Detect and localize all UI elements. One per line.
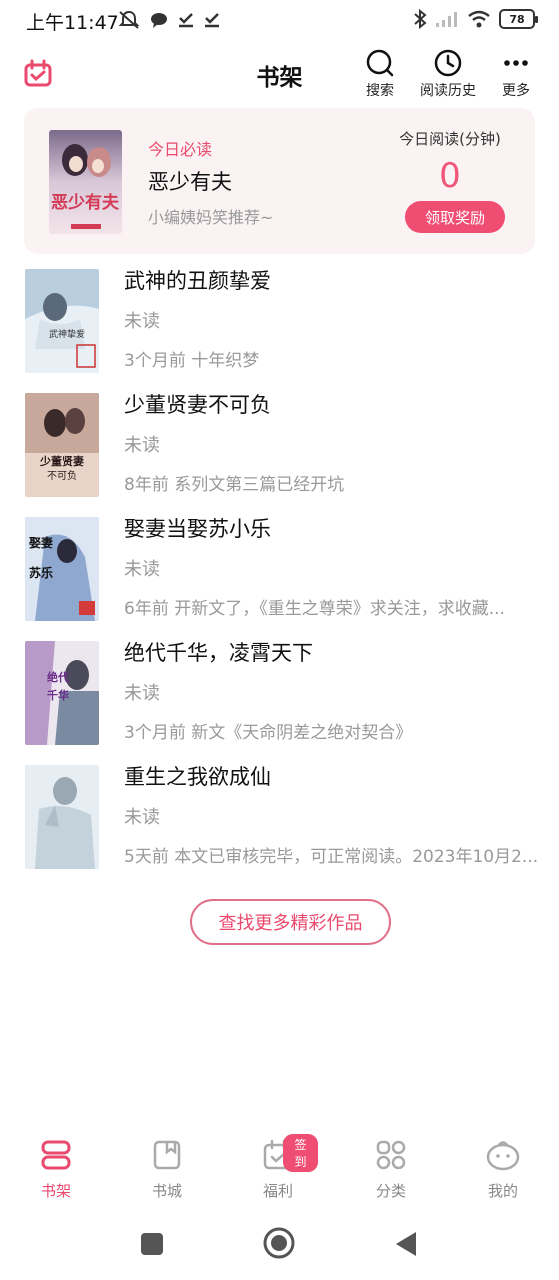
history-icon [434,49,462,77]
home-icon[interactable] [262,1226,296,1260]
category-grid-icon [376,1140,406,1170]
svg-text:娶妻: 娶妻 [29,535,53,550]
nav-welfare[interactable]: 签到 福利 [238,1134,318,1201]
svg-text:少董贤妻: 少董贤妻 [39,454,84,468]
book-cover-image: 娶妻 苏乐 [25,517,99,621]
search-icon [366,49,394,77]
book-item[interactable]: 娶妻 苏乐 娶妻当娶苏小乐 未读 6年前 开新文了，《重生之尊荣》求关注，求收藏… [0,511,559,635]
checkin-calendar-button[interactable] [22,58,54,90]
history-button[interactable]: 阅读历史 [413,48,483,100]
nav-bookshelf[interactable]: 书架 [16,1138,96,1201]
book-cover: 娶妻 苏乐 [25,517,99,621]
today-tag: 今日必读 [148,140,213,159]
book-cover-image: 恶少有夫 [49,130,122,234]
book-cover-image: 少董贤妻 不可负 [25,393,99,497]
more-button[interactable]: 更多 [481,48,551,100]
back-icon[interactable] [394,1230,418,1258]
checkin-badge[interactable]: 签到 [283,1134,318,1172]
nav-profile[interactable]: 我的 [463,1138,543,1201]
book-title: 少董贤妻不可负 [124,393,271,417]
nav-label: 分类 [375,1182,406,1200]
check-icon [179,13,193,28]
nav-label: 书城 [151,1182,182,1200]
book-status: 未读 [124,807,160,828]
bookshelf-icon [41,1140,71,1170]
nav-bookstore[interactable]: 书城 [127,1138,207,1201]
search-label: 搜索 [366,83,394,99]
today-recommendation: 小编姨妈笑推荐~ [148,208,274,227]
nav-label: 福利 [262,1182,293,1200]
book-cover: 少董贤妻 不可负 [25,393,99,497]
top-bar: 书架 搜索 阅读历史 更多 [0,44,559,104]
book-item[interactable]: 少董贤妻 不可负 少董贤妻不可负 未读 8年前 系列文第三篇已经开坑 [0,387,559,511]
today-reading-minutes: 0 [439,156,461,196]
nav-category[interactable]: 分类 [351,1138,431,1201]
today-book-cover[interactable]: 恶少有夫 [49,130,122,234]
check-icon [205,13,219,28]
calendar-check-icon [24,59,52,87]
svg-text:绝代: 绝代 [47,670,69,684]
history-label: 阅读历史 [420,83,476,99]
svg-text:恶少有夫: 恶少有夫 [51,192,120,213]
book-update: 6年前 开新文了，《重生之尊荣》求关注，求收藏... [124,599,505,619]
book-cover: 武神挚爱 [25,269,99,373]
profile-face-icon [486,1141,520,1171]
svg-text:千华: 千华 [47,688,69,702]
book-cover-image [25,765,99,869]
claim-reward-button[interactable]: 领取奖励 [405,201,505,233]
book-status: 未读 [124,311,160,332]
today-recommend-card[interactable]: 恶少有夫 今日必读 恶少有夫 小编姨妈笑推荐~ 今日阅读(分钟) 0 领取奖励 [24,108,535,254]
book-update: 8年前 系列文第三篇已经开坑 [124,475,345,495]
more-icon [504,60,528,66]
system-navigation-bar [0,1212,559,1280]
svg-text:苏乐: 苏乐 [29,565,53,580]
book-status: 未读 [124,435,160,456]
bottom-nav: 书架 书城 签到 福利 分类 我的 [0,1130,559,1210]
book-title: 重生之我欲成仙 [124,765,271,789]
book-status: 未读 [124,683,160,704]
book-update: 5天前 本文已审核完毕，可正常阅读。2023年10月2... [124,847,539,867]
book-cover [25,765,99,869]
wifi-icon [468,10,490,28]
status-time: 上午11:47 [26,12,119,34]
book-item[interactable]: 武神挚爱 武神的丑颜挚爱 未读 3个月前 十年织梦 [0,263,559,387]
chat-icon [151,13,167,28]
signal-icon [436,12,457,27]
find-more-works-button[interactable]: 查找更多精彩作品 [190,899,391,945]
today-reading-label: 今日阅读(分钟) [399,130,501,148]
battery-icon: 78 [499,9,538,29]
recent-apps-icon[interactable] [140,1232,164,1256]
book-cover-image: 武神挚爱 [25,269,99,373]
battery-level: 78 [509,12,525,26]
book-status: 未读 [124,559,160,580]
svg-text:不可负: 不可负 [47,469,77,482]
search-button[interactable]: 搜索 [345,48,415,100]
book-title: 武神的丑颜挚爱 [124,269,271,293]
more-label: 更多 [502,83,530,99]
bluetooth-icon [414,9,427,29]
status-bar: 上午11:47 78 [0,0,559,40]
book-item[interactable]: 绝代 千华 绝代千华，凌霄天下 未读 3个月前 新文《天命阴差之绝对契合》 [0,635,559,759]
nav-label: 书架 [40,1182,71,1200]
book-title: 绝代千华，凌霄天下 [124,641,313,665]
today-book-title: 恶少有夫 [148,170,232,194]
book-update: 3个月前 新文《天命阴差之绝对契合》 [124,723,413,743]
nav-label: 我的 [487,1182,518,1200]
book-item[interactable]: 重生之我欲成仙 未读 5天前 本文已审核完毕，可正常阅读。2023年10月2..… [0,759,559,883]
bookstore-icon [153,1140,181,1170]
book-update: 3个月前 十年织梦 [124,351,260,371]
svg-text:武神挚爱: 武神挚爱 [49,328,85,340]
book-cover-image: 绝代 千华 [25,641,99,745]
mute-icon [118,10,140,29]
book-title: 娶妻当娶苏小乐 [124,517,271,541]
book-cover: 绝代 千华 [25,641,99,745]
